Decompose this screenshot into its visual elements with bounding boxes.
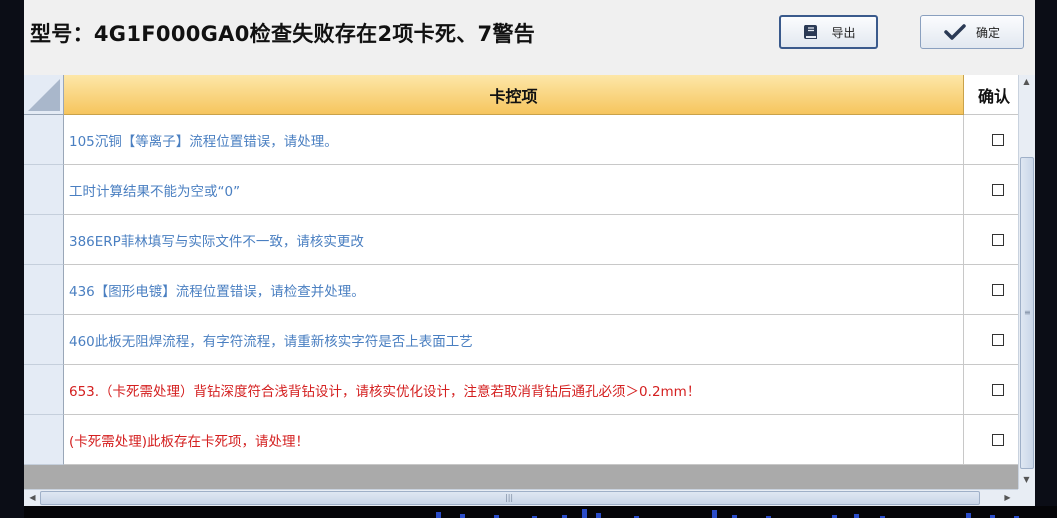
- page-title: 型号：4G1F000GA0检查失败存在2项卡死、7警告: [30, 22, 536, 46]
- row-header[interactable]: [24, 415, 64, 465]
- check-result-dialog: 型号：4G1F000GA0检查失败存在2项卡死、7警告 导出 确定 卡控项 确认…: [24, 0, 1035, 506]
- confirm-checkbox[interactable]: [992, 133, 1004, 146]
- checkmark-icon: [944, 23, 966, 41]
- column-header-control-item[interactable]: 卡控项: [64, 75, 964, 115]
- background-edge-left: [0, 0, 24, 518]
- table-row: 工时计算结果不能为空或“0”: [24, 165, 1018, 215]
- grid-rows: 105沉铜【等离子】流程位置错误，请处理。 工时计算结果不能为空或“0” 386…: [24, 115, 1018, 465]
- column-header-confirm[interactable]: 确认: [964, 75, 1018, 115]
- background-edge-right: [1035, 0, 1057, 518]
- confirm-button[interactable]: 确定: [920, 15, 1024, 49]
- confirm-checkbox[interactable]: [992, 333, 1004, 346]
- horizontal-scroll-thumb[interactable]: |||: [40, 491, 980, 505]
- triangle-icon: [28, 79, 60, 111]
- scrollbar-corner: [1018, 489, 1035, 506]
- scroll-left-icon[interactable]: ◀: [25, 493, 40, 502]
- table-row: 386ERP菲林填写与实际文件不一致，请核实更改: [24, 215, 1018, 265]
- confirm-checkbox[interactable]: [992, 283, 1004, 296]
- row-header[interactable]: [24, 265, 64, 315]
- row-text: 653.（卡死需处理）背钻深度符合浅背钻设计，请核实优化设计，注意若取消背钻后通…: [64, 365, 964, 415]
- row-text: (卡死需处理)此板存在卡死项，请处理！: [64, 415, 964, 465]
- row-text: 460此板无阻焊流程，有字符流程，请重新核实字符是否上表面工艺: [64, 315, 964, 365]
- row-header[interactable]: [24, 165, 64, 215]
- row-header[interactable]: [24, 115, 64, 165]
- check-items-grid: 卡控项 确认 105沉铜【等离子】流程位置错误，请处理。 工时计算结果不能为空或…: [24, 75, 1035, 506]
- background-taskbar: [24, 506, 1057, 518]
- row-text: 436【图形电镀】流程位置错误，请检查并处理。: [64, 265, 964, 315]
- confirm-checkbox[interactable]: [992, 383, 1004, 396]
- horizontal-scrollbar[interactable]: ◀ ||| ▶: [24, 489, 1018, 506]
- table-row: 653.（卡死需处理）背钻深度符合浅背钻设计，请核实优化设计，注意若取消背钻后通…: [24, 365, 1018, 415]
- row-header[interactable]: [24, 365, 64, 415]
- table-row: 460此板无阻焊流程，有字符流程，请重新核实字符是否上表面工艺: [24, 315, 1018, 365]
- table-row: 105沉铜【等离子】流程位置错误，请处理。: [24, 115, 1018, 165]
- export-button-label: 导出: [831, 25, 856, 40]
- export-button[interactable]: 导出: [779, 15, 878, 49]
- vertical-scrollbar[interactable]: ▲ ≡ ▼: [1018, 75, 1035, 489]
- scroll-down-icon[interactable]: ▼: [1019, 475, 1034, 484]
- row-header[interactable]: [24, 215, 64, 265]
- row-text: 105沉铜【等离子】流程位置错误，请处理。: [64, 115, 964, 165]
- grid-corner-select-all[interactable]: [24, 75, 64, 115]
- confirm-button-label: 确定: [975, 25, 1000, 40]
- confirm-checkbox[interactable]: [992, 183, 1004, 196]
- book-icon: [801, 22, 821, 42]
- confirm-checkbox[interactable]: [992, 233, 1004, 246]
- dialog-header: 型号：4G1F000GA0检查失败存在2项卡死、7警告 导出 确定: [24, 0, 1035, 72]
- row-header[interactable]: [24, 315, 64, 365]
- scroll-up-icon[interactable]: ▲: [1019, 77, 1034, 86]
- table-row: 436【图形电镀】流程位置错误，请检查并处理。: [24, 265, 1018, 315]
- table-row: (卡死需处理)此板存在卡死项，请处理！: [24, 415, 1018, 465]
- scroll-right-icon[interactable]: ▶: [1000, 493, 1015, 502]
- confirm-checkbox[interactable]: [992, 433, 1004, 446]
- row-text: 386ERP菲林填写与实际文件不一致，请核实更改: [64, 215, 964, 265]
- row-text: 工时计算结果不能为空或“0”: [64, 165, 964, 215]
- vertical-scroll-thumb[interactable]: ≡: [1020, 157, 1034, 469]
